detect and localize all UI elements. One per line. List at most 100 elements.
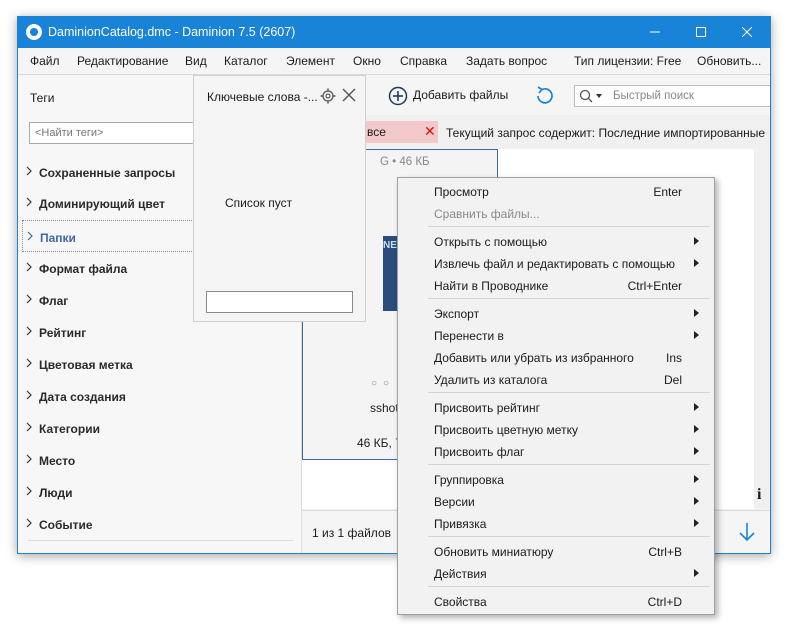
chevron-right-icon	[26, 166, 32, 176]
tree-item-event[interactable]: Событие	[22, 510, 294, 540]
menu-item-properties[interactable]: Свойства Ctrl+D	[398, 590, 714, 612]
tree-item-label: Цветовая метка	[39, 358, 133, 372]
menu-item-extract-edit[interactable]: Извлечь файл и редактировать с помощью	[398, 252, 714, 274]
menu-help[interactable]: Справка	[400, 54, 447, 68]
menu-item-grouping[interactable]: Группировка	[398, 468, 714, 490]
refresh-icon[interactable]	[534, 85, 556, 107]
menu-item-binding[interactable]: Привязка	[398, 512, 714, 534]
submenu-arrow-icon	[694, 403, 699, 411]
submenu-arrow-icon	[694, 569, 699, 577]
menu-item-toggle-favorite[interactable]: Добавить или убрать из избранного Ins	[398, 346, 714, 368]
submenu-arrow-icon	[694, 447, 699, 455]
license-type[interactable]: Тип лицензии: Free	[574, 54, 681, 68]
menu-item-label: Сравнить файлы...	[434, 207, 540, 221]
submenu-arrow-icon	[694, 497, 699, 505]
menu-item-open-with[interactable]: Открыть с помощью	[398, 230, 714, 252]
panel-divider	[28, 540, 293, 541]
menu-window[interactable]: Окно	[353, 54, 381, 68]
add-files-button[interactable]: Добавить файлы	[413, 88, 508, 102]
tree-item-people[interactable]: Люди	[22, 478, 294, 508]
tree-item-label: Рейтинг	[39, 326, 87, 340]
menu-item-label: Свойства	[434, 595, 487, 609]
app-logo-icon	[26, 24, 42, 40]
menu-item-versions[interactable]: Версии	[398, 490, 714, 512]
chevron-right-icon	[26, 326, 32, 336]
tree-item-label: Папки	[40, 231, 76, 245]
tree-item-place[interactable]: Место	[22, 446, 294, 476]
arrow-down-icon[interactable]	[738, 522, 756, 542]
tree-item-rating[interactable]: Рейтинг	[22, 318, 294, 348]
chevron-right-icon	[26, 262, 32, 272]
menu-item-assign-rating[interactable]: Присвоить рейтинг	[398, 396, 714, 418]
menu-item-find-in-explorer[interactable]: Найти в Проводнике Ctrl+Enter	[398, 274, 714, 296]
menu-ask-question[interactable]: Задать вопрос	[466, 54, 547, 68]
file-count: 1 из 1 файлов	[312, 526, 391, 540]
maximize-icon	[696, 27, 706, 37]
menu-item-label: Удалить из каталога	[434, 373, 548, 387]
menu-separator	[428, 298, 710, 299]
menu-view[interactable]: Вид	[185, 54, 207, 68]
menu-item-shortcut: Ctrl+Enter	[627, 279, 682, 293]
minimize-button[interactable]	[632, 17, 678, 48]
menu-item[interactable]: Элемент	[286, 54, 335, 68]
keyword-input[interactable]	[206, 291, 353, 313]
tree-item-color-label[interactable]: Цветовая метка	[22, 350, 294, 380]
menu-item-remove-from-catalog[interactable]: Удалить из каталога Del	[398, 368, 714, 390]
menu-item-shortcut: Del	[663, 373, 682, 387]
menu-edit[interactable]: Редактирование	[77, 54, 168, 68]
menu-item-label: Действия	[434, 567, 487, 581]
menu-file[interactable]: Файл	[30, 54, 60, 68]
submenu-arrow-icon	[694, 331, 699, 339]
chevron-right-icon	[26, 454, 32, 464]
gear-icon[interactable]	[320, 88, 336, 104]
chevron-right-icon	[27, 231, 33, 241]
menu-catalog[interactable]: Каталог	[224, 54, 268, 68]
thumbnail-dots: ○○	[371, 378, 396, 389]
empty-list-message: Список пуст	[225, 196, 293, 210]
plus-circle-icon[interactable]	[388, 86, 408, 106]
menu-item-compare-files: Сравнить файлы...	[398, 202, 714, 224]
submenu-arrow-icon	[694, 425, 699, 433]
thumbnail-size: 46 КБ, 7	[357, 436, 402, 450]
vertical-scrollbar[interactable]	[754, 149, 770, 509]
menu-item-label: Обновить миниатюру	[434, 545, 554, 559]
update-button[interactable]: Обновить...	[697, 54, 761, 68]
submenu-arrow-icon	[694, 519, 699, 527]
close-window-button[interactable]	[724, 17, 770, 48]
menu-item-refresh-thumbnail[interactable]: Обновить миниатюру Ctrl+B	[398, 540, 714, 562]
close-icon[interactable]	[342, 88, 356, 102]
menu-item-label: Просмотр	[434, 185, 489, 199]
menu-item-shortcut: Enter	[653, 185, 682, 199]
chevron-right-icon	[26, 358, 32, 368]
menu-separator	[428, 536, 710, 537]
menu-bar: Файл Редактирование Вид Каталог Элемент …	[18, 48, 770, 75]
submenu-arrow-icon	[694, 259, 699, 267]
quick-search-input[interactable]: Быстрый поиск	[574, 85, 770, 107]
menu-item-preview[interactable]: Просмотр Enter	[398, 180, 714, 202]
window-title: DaminionCatalog.dmc - Daminion 7.5 (2607…	[48, 25, 296, 39]
menu-item-move-to[interactable]: Перенести в	[398, 324, 714, 346]
tree-item-creation-date[interactable]: Дата создания	[22, 382, 294, 412]
close-icon[interactable]: ✕	[424, 123, 436, 140]
menu-item-assign-flag[interactable]: Присвоить флаг	[398, 440, 714, 462]
menu-item-assign-color-label[interactable]: Присвоить цветную метку	[398, 418, 714, 440]
minimize-icon	[650, 31, 660, 33]
title-bar[interactable]: DaminionCatalog.dmc - Daminion 7.5 (2607…	[18, 17, 770, 48]
tree-item-label: Доминирующий цвет	[39, 197, 166, 211]
menu-item-actions[interactable]: Действия	[398, 562, 714, 584]
menu-item-label: Присвоить рейтинг	[434, 401, 540, 415]
menu-item-label: Открыть с помощью	[434, 235, 548, 249]
tree-item-categories[interactable]: Категории	[22, 414, 294, 444]
main-toolbar: Добавить файлы Быстрый поиск	[302, 75, 770, 115]
menu-item-label: Экспорт	[434, 307, 480, 321]
filter-bar: все ✕ Текущий запрос содержит: Последние…	[302, 120, 770, 146]
menu-item-shortcut: Ins	[665, 351, 682, 365]
maximize-button[interactable]	[678, 17, 724, 48]
submenu-arrow-icon	[694, 237, 699, 245]
close-icon	[742, 27, 752, 37]
info-icon[interactable]: i	[757, 486, 767, 506]
menu-item-label: Добавить или убрать из избранного	[434, 351, 634, 365]
tree-item-label: Флаг	[39, 294, 69, 308]
menu-item-export[interactable]: Экспорт	[398, 302, 714, 324]
search-icon	[579, 89, 602, 103]
